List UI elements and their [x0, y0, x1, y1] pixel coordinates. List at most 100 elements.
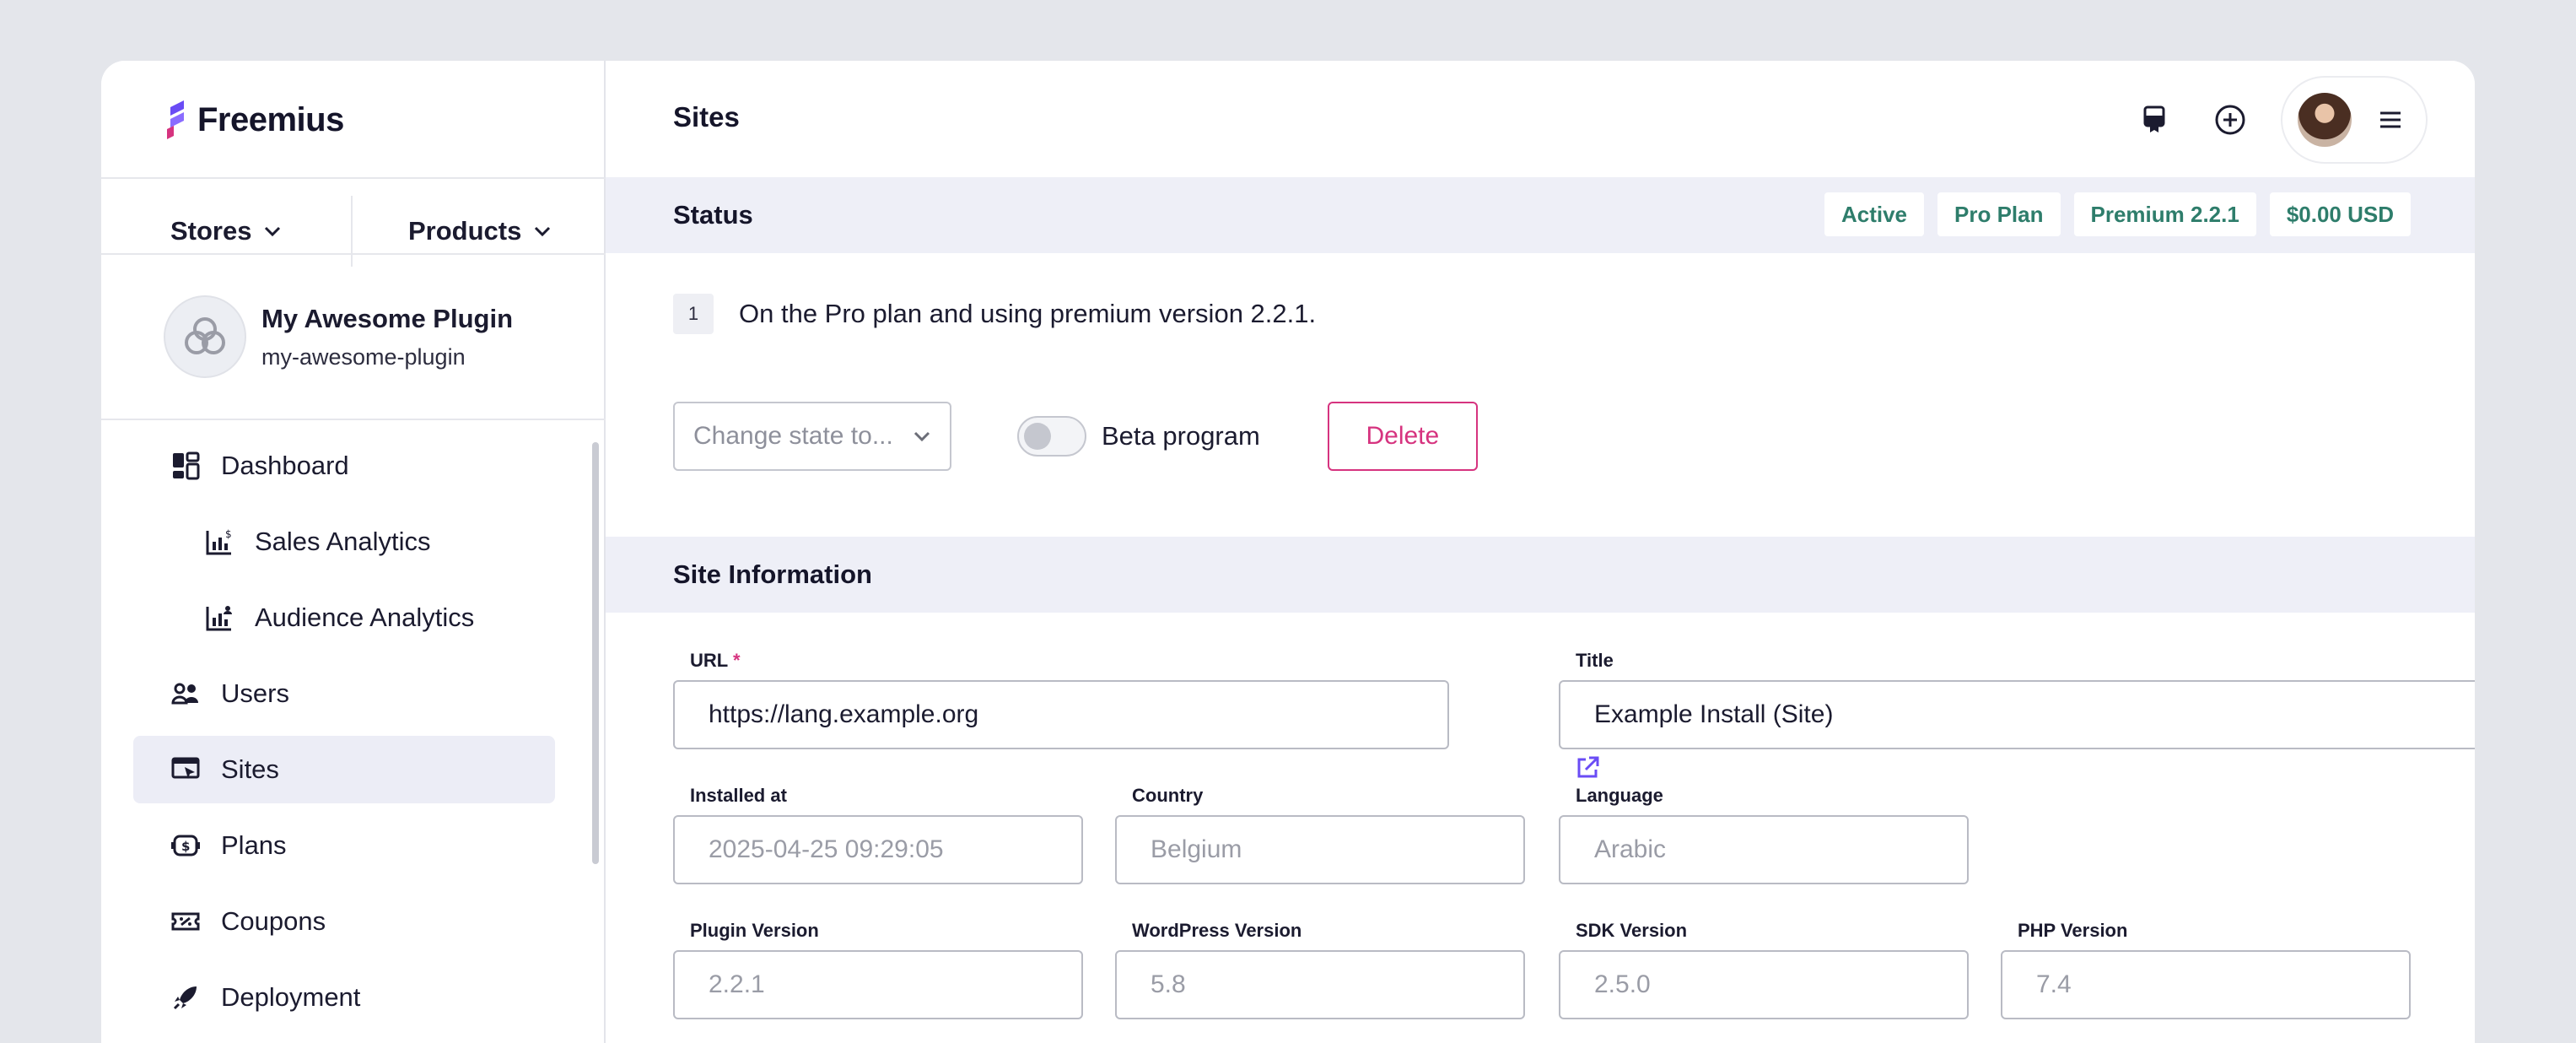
step-number: 1	[673, 294, 714, 334]
title-label: Title	[1576, 650, 1614, 671]
status-badges: Active Pro Plan Premium 2.2.1 $0.00 USD	[1824, 192, 2411, 236]
language-field: Language Arabic	[1559, 785, 1969, 884]
wordpress-version-input: 5.8	[1115, 950, 1525, 1019]
sidebar-item-deployment[interactable]: Deployment	[133, 964, 555, 1031]
installed-at-label: Installed at	[690, 785, 787, 806]
products-dropdown[interactable]: Products	[408, 196, 552, 267]
sdk-version-input: 2.5.0	[1559, 950, 1969, 1019]
status-section-header: Status Active Pro Plan Premium 2.2.1 $0.…	[606, 177, 2475, 253]
users-icon	[170, 678, 201, 709]
selector-divider	[351, 196, 353, 267]
sidebar: Freemius Stores Products My Awesome Plug…	[101, 61, 606, 1043]
version-badge: Premium 2.2.1	[2073, 192, 2256, 236]
sidebar-item-label: Plans	[221, 830, 287, 860]
installed-at-field: Installed at 2025-04-25 09:29:05	[673, 785, 1083, 884]
title-field: Title Example Install (Site)	[1559, 650, 2475, 749]
delete-button[interactable]: Delete	[1327, 402, 1478, 471]
language-input: Arabic	[1559, 815, 1969, 884]
country-label: Country	[1132, 785, 1204, 806]
sidebar-item-label: Deployment	[221, 982, 361, 1012]
sidebar-item-sales-analytics[interactable]: $ Sales Analytics	[133, 508, 555, 576]
sidebar-item-label: Coupons	[221, 906, 326, 936]
price-badge: $0.00 USD	[2269, 192, 2411, 236]
sidebar-item-coupons[interactable]: Coupons	[133, 888, 555, 955]
avatar	[2298, 93, 2352, 147]
beta-program-toggle[interactable]	[1017, 416, 1086, 457]
plugin-version-label: Plugin Version	[690, 920, 819, 941]
wordpress-version-field: WordPress Version 5.8	[1115, 920, 1525, 1019]
site-info-heading: Site Information	[673, 559, 872, 589]
svg-text:$: $	[181, 839, 190, 854]
status-actions: Change state to... Beta program Delete	[673, 402, 1478, 471]
plugin-version-input: 2.2.1	[673, 950, 1083, 1019]
language-label: Language	[1576, 785, 1663, 806]
url-input[interactable]: https://lang.example.org	[673, 680, 1449, 749]
audience-analytics-icon	[204, 603, 234, 633]
products-label: Products	[408, 216, 522, 246]
add-circle-icon[interactable]	[2205, 95, 2255, 145]
php-version-label: PHP Version	[2018, 920, 2128, 941]
page-title: Sites	[673, 101, 740, 132]
title-input[interactable]: Example Install (Site)	[1559, 680, 2475, 749]
change-state-placeholder: Change state to...	[693, 422, 893, 450]
dashboard-icon	[170, 451, 201, 481]
beta-program-toggle-group: Beta program	[1017, 416, 1260, 457]
sidebar-item-users[interactable]: Users	[133, 660, 555, 727]
sidebar-item-plans[interactable]: $ Plans	[133, 812, 555, 879]
sidebar-item-label: Audience Analytics	[255, 603, 475, 632]
product-slug: my-awesome-plugin	[261, 343, 466, 370]
sites-icon	[170, 754, 201, 785]
freemius-logo-icon	[167, 100, 184, 139]
status-message: On the Pro plan and using premium versio…	[739, 299, 1317, 328]
status-message-row: 1 On the Pro plan and using premium vers…	[673, 294, 1316, 334]
stores-dropdown[interactable]: Stores	[170, 196, 282, 267]
user-menu[interactable]	[2281, 76, 2428, 164]
plan-badge: Pro Plan	[1937, 192, 2061, 236]
chevron-down-icon	[913, 431, 930, 442]
sidebar-scrollbar[interactable]	[592, 442, 599, 864]
coupons-icon	[170, 906, 201, 937]
sales-analytics-icon: $	[204, 527, 234, 557]
product-avatar	[164, 295, 246, 378]
chevron-down-icon	[265, 226, 281, 237]
plugin-version-field: Plugin Version 2.2.1	[673, 920, 1083, 1019]
product-card[interactable]: My Awesome Plugin my-awesome-plugin	[164, 295, 513, 378]
chevron-down-icon	[535, 226, 551, 237]
php-version-input: 7.4	[2001, 950, 2411, 1019]
sidebar-item-label: Dashboard	[221, 451, 349, 480]
toggle-knob	[1024, 423, 1051, 450]
top-actions	[2129, 76, 2428, 164]
url-field: URL * https://lang.example.org	[673, 650, 1449, 749]
external-link-icon[interactable]	[1574, 754, 1608, 788]
sidebar-item-dashboard[interactable]: Dashboard	[133, 432, 555, 500]
status-heading: Status	[673, 200, 753, 230]
sidebar-item-label: Sales Analytics	[255, 527, 431, 556]
sidebar-item-label: Sites	[221, 754, 279, 784]
app-window: Freemius Stores Products My Awesome Plug…	[101, 61, 2475, 1043]
sidebar-divider	[101, 177, 606, 179]
menu-icon	[2380, 111, 2401, 128]
freemius-logo[interactable]: Freemius	[165, 95, 344, 145]
sdk-version-field: SDK Version 2.5.0	[1559, 920, 1969, 1019]
beta-program-label: Beta program	[1102, 421, 1260, 451]
product-logo-icon	[185, 317, 225, 354]
sdk-version-label: SDK Version	[1576, 920, 1688, 941]
status-badge: Active	[1824, 192, 1925, 236]
php-version-field: PHP Version 7.4	[2001, 920, 2411, 1019]
main-content: Sites Status Active Pro Plan Premium 2.2	[606, 61, 2475, 1043]
change-state-select[interactable]: Change state to...	[673, 402, 951, 471]
sidebar-nav: Dashboard $ Sales Analytics Audience Ana…	[133, 432, 555, 1040]
sidebar-item-audience-analytics[interactable]: Audience Analytics	[133, 584, 555, 651]
notification-icon[interactable]	[2129, 95, 2180, 145]
site-info-section-header: Site Information	[606, 537, 2475, 613]
product-info: My Awesome Plugin my-awesome-plugin	[261, 304, 513, 370]
country-input: Belgium	[1115, 815, 1525, 884]
freemius-logo-text: Freemius	[197, 100, 344, 138]
sidebar-divider	[101, 253, 606, 255]
product-name: My Awesome Plugin	[261, 303, 514, 333]
country-field: Country Belgium	[1115, 785, 1525, 884]
top-bar: Sites	[606, 61, 2475, 177]
sidebar-item-sites[interactable]: Sites	[133, 736, 555, 803]
url-label: URL *	[690, 650, 741, 671]
sidebar-divider	[101, 419, 606, 420]
